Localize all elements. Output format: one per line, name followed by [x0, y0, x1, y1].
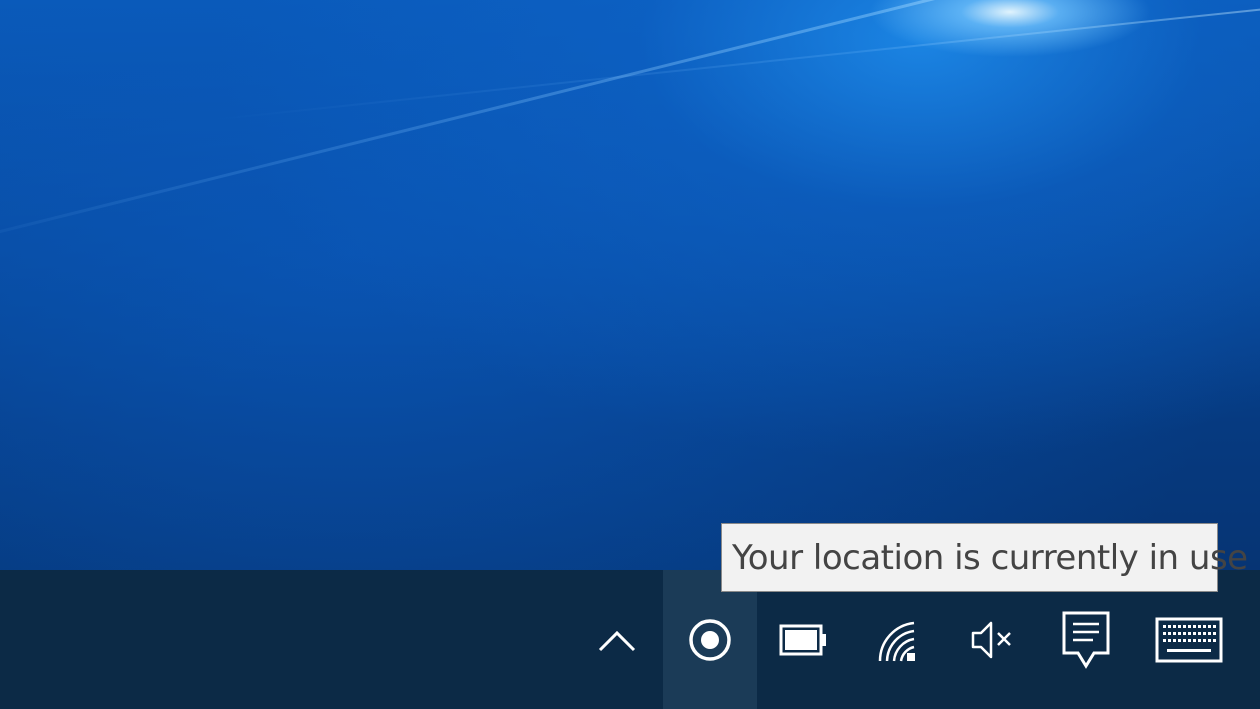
keyboard-icon — [1155, 617, 1223, 663]
location-tooltip: Your location is currently in use — [721, 523, 1248, 592]
notification-icon — [1061, 610, 1111, 670]
tooltip-text: Your location is currently in use — [732, 537, 1248, 578]
location-icon — [687, 617, 733, 663]
chevron-up-icon — [597, 625, 637, 655]
wallpaper-light-beam-secondary — [199, 5, 1260, 122]
speaker-muted-icon — [969, 618, 1015, 662]
show-hidden-icons-button[interactable] — [570, 570, 663, 709]
wifi-icon — [876, 617, 920, 663]
battery-icon — [779, 623, 829, 657]
